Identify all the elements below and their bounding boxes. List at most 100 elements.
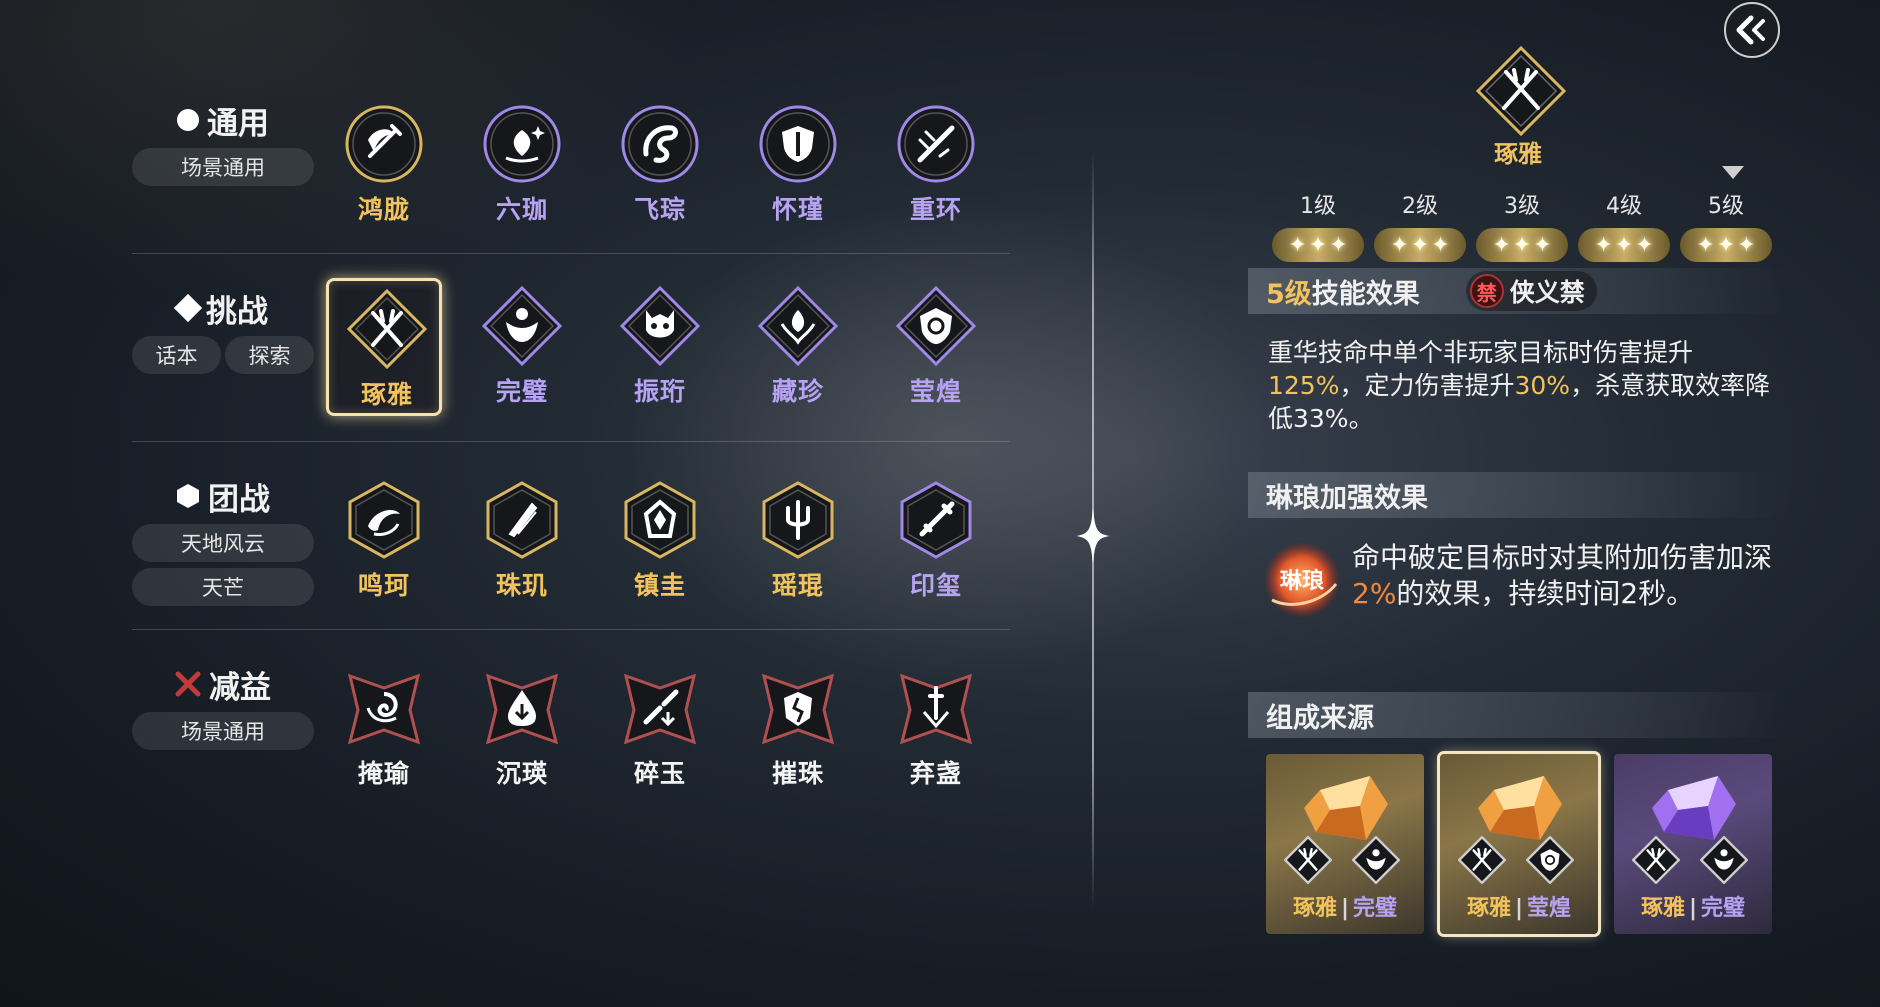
- category-header: 团战天地风云天芒: [132, 474, 314, 606]
- category-tag[interactable]: 探索: [225, 336, 314, 374]
- current-level-marker: [1722, 166, 1744, 179]
- broken-blade-icon: [623, 673, 697, 745]
- warrior-icon: [1352, 836, 1400, 884]
- star-icon: ✦: [1696, 232, 1715, 258]
- sword-wave-icon: [345, 105, 423, 183]
- shield-burst-icon: [759, 105, 837, 183]
- effect-description: 重华技命中单个非玩家目标时伤害提升125%，定力伤害提升30%，杀意获取效率降低…: [1268, 338, 1771, 433]
- skill-slot[interactable]: 瑶琨: [740, 472, 856, 610]
- skill-name: 珠玑: [495, 571, 548, 600]
- warrior-icon: [1700, 836, 1748, 884]
- skill-name: 碎玉: [633, 759, 686, 788]
- category-hexagon-icon: [177, 484, 199, 508]
- star-icon: ✦: [1410, 232, 1430, 258]
- skill-name: 鸣珂: [357, 571, 410, 600]
- skill-slot[interactable]: 鸿胧: [326, 96, 442, 234]
- star-icon: ✦: [1594, 232, 1613, 258]
- row-divider: [132, 629, 1010, 630]
- skill-slot[interactable]: 完璧: [464, 278, 580, 416]
- row-divider: [132, 253, 1010, 254]
- skill-slot[interactable]: 掩瑜: [326, 660, 442, 798]
- star-icon: ✦: [1614, 232, 1634, 258]
- linlang-header: 琳琅加强效果: [1248, 472, 1788, 518]
- star-icon: ✦: [1288, 232, 1307, 258]
- level-label: 5级: [1708, 194, 1744, 219]
- skill-name: 重环: [909, 195, 962, 224]
- armor-icon: [624, 481, 696, 559]
- lotus-sparkle-icon: [483, 105, 561, 183]
- level-label: 3级: [1504, 194, 1540, 219]
- category-title: 通用: [207, 105, 269, 142]
- source-card[interactable]: 琢雅 | 完璧: [1266, 754, 1424, 934]
- level-label: 1级: [1300, 194, 1336, 219]
- level-tab[interactable]: 1级 ✦ ✦ ✦: [1272, 188, 1364, 262]
- skill-slot[interactable]: 印玺: [878, 472, 994, 610]
- level-tab[interactable]: 4级 ✦ ✦ ✦: [1578, 188, 1670, 262]
- row-divider: [132, 441, 1010, 442]
- skill-slot[interactable]: 振珩: [602, 278, 718, 416]
- skill-name: 瑶琨: [771, 571, 824, 600]
- demon-mask-icon: [620, 286, 700, 366]
- skill-slot[interactable]: 镇圭: [602, 472, 718, 610]
- skill-slot[interactable]: 怀瑾: [740, 96, 856, 234]
- skill-name: 怀瑾: [771, 195, 824, 224]
- skill-name: 掩瑜: [357, 759, 410, 788]
- skill-slot[interactable]: 碎玉: [602, 660, 718, 798]
- category-tag[interactable]: 场景通用: [132, 148, 314, 186]
- star-icon: ✦: [1512, 232, 1532, 258]
- crossed-swords-icon: [347, 289, 427, 369]
- trident-icon: [762, 481, 834, 559]
- crossed-swords-icon: [1284, 836, 1332, 884]
- skill-slot[interactable]: 鸣珂: [326, 472, 442, 610]
- category-header: 减益 场景通用: [132, 662, 314, 750]
- ban-badge[interactable]: 禁 侠义禁: [1465, 271, 1597, 311]
- linlang-description: 命中破定目标时对其附加伤害加深2%的效果，持续时间2秒。: [1352, 541, 1773, 610]
- star-icon: ✦: [1431, 232, 1450, 258]
- source-header: 组成来源: [1248, 692, 1788, 738]
- level-tab[interactable]: 2级 ✦ ✦ ✦: [1374, 188, 1466, 262]
- skill-name: 藏珍: [771, 377, 824, 406]
- skill-name: 琢雅: [360, 380, 413, 409]
- level-label: 2级: [1402, 194, 1438, 219]
- skill-effect-header: 5级 技能效果 禁 侠义禁: [1248, 268, 1788, 314]
- skill-slot[interactable]: 沉瑛: [464, 660, 580, 798]
- category-title: 团战: [208, 481, 270, 518]
- skill-slot[interactable]: 珠玑: [464, 472, 580, 610]
- skill-name: 镇圭: [633, 571, 686, 600]
- ban-text: 侠义禁: [1509, 278, 1585, 307]
- level-tab[interactable]: 3级 ✦ ✦ ✦: [1476, 188, 1568, 262]
- category-title: 挑战: [206, 293, 268, 330]
- skill-slot[interactable]: 藏珍: [740, 278, 856, 416]
- category-tag[interactable]: 场景通用: [132, 712, 314, 750]
- level-stars: ✦ ✦ ✦: [1374, 228, 1466, 262]
- wind-swirl-icon: [348, 481, 420, 559]
- star-icon: ✦: [1329, 232, 1348, 258]
- source-card[interactable]: 琢雅 | 莹煌: [1437, 751, 1601, 937]
- skill-slot[interactable]: 琢雅: [326, 278, 442, 416]
- skill-slot[interactable]: 六珈: [464, 96, 580, 234]
- category-tag[interactable]: 天芒: [132, 568, 314, 606]
- shield-spiral-icon: [896, 286, 976, 366]
- skill-slot[interactable]: 摧珠: [740, 660, 856, 798]
- level-tab[interactable]: 5级 ✦ ✦ ✦: [1680, 188, 1772, 262]
- effect-title: 技能效果: [1311, 278, 1420, 310]
- star-icon: ✦: [1737, 232, 1756, 258]
- source-label: 琢雅 | 莹煌: [1466, 896, 1572, 921]
- detail-panel: 琢雅 1级 ✦ ✦ ✦ 2级 ✦ ✦ ✦ 3级 ✦ ✦ ✦ 4级 ✦ ✦ ✦ 5级 ✦ ✦ ✦ 5级 技能效果 禁 侠…: [1248, 0, 1788, 1007]
- effect-level: 5级: [1266, 278, 1312, 310]
- dagger-icon: [900, 481, 972, 559]
- warrior-icon: [482, 286, 562, 366]
- shield-spiral-icon: [1526, 836, 1574, 884]
- skill-slot[interactable]: 重环: [878, 96, 994, 234]
- star-icon: ✦: [1533, 232, 1552, 258]
- category-tag[interactable]: 天地风云: [132, 524, 314, 562]
- skill-name: 完璧: [495, 377, 548, 406]
- source-card[interactable]: 琢雅 | 完璧: [1614, 754, 1772, 934]
- star-icon: ✦: [1716, 232, 1736, 258]
- skill-slot[interactable]: 莹煌: [878, 278, 994, 416]
- level-stars: ✦ ✦ ✦: [1476, 228, 1568, 262]
- skill-name: 鸿胧: [357, 195, 410, 224]
- skill-slot[interactable]: 弃盏: [878, 660, 994, 798]
- category-tag[interactable]: 话本: [132, 336, 221, 374]
- skill-slot[interactable]: 飞琮: [602, 96, 718, 234]
